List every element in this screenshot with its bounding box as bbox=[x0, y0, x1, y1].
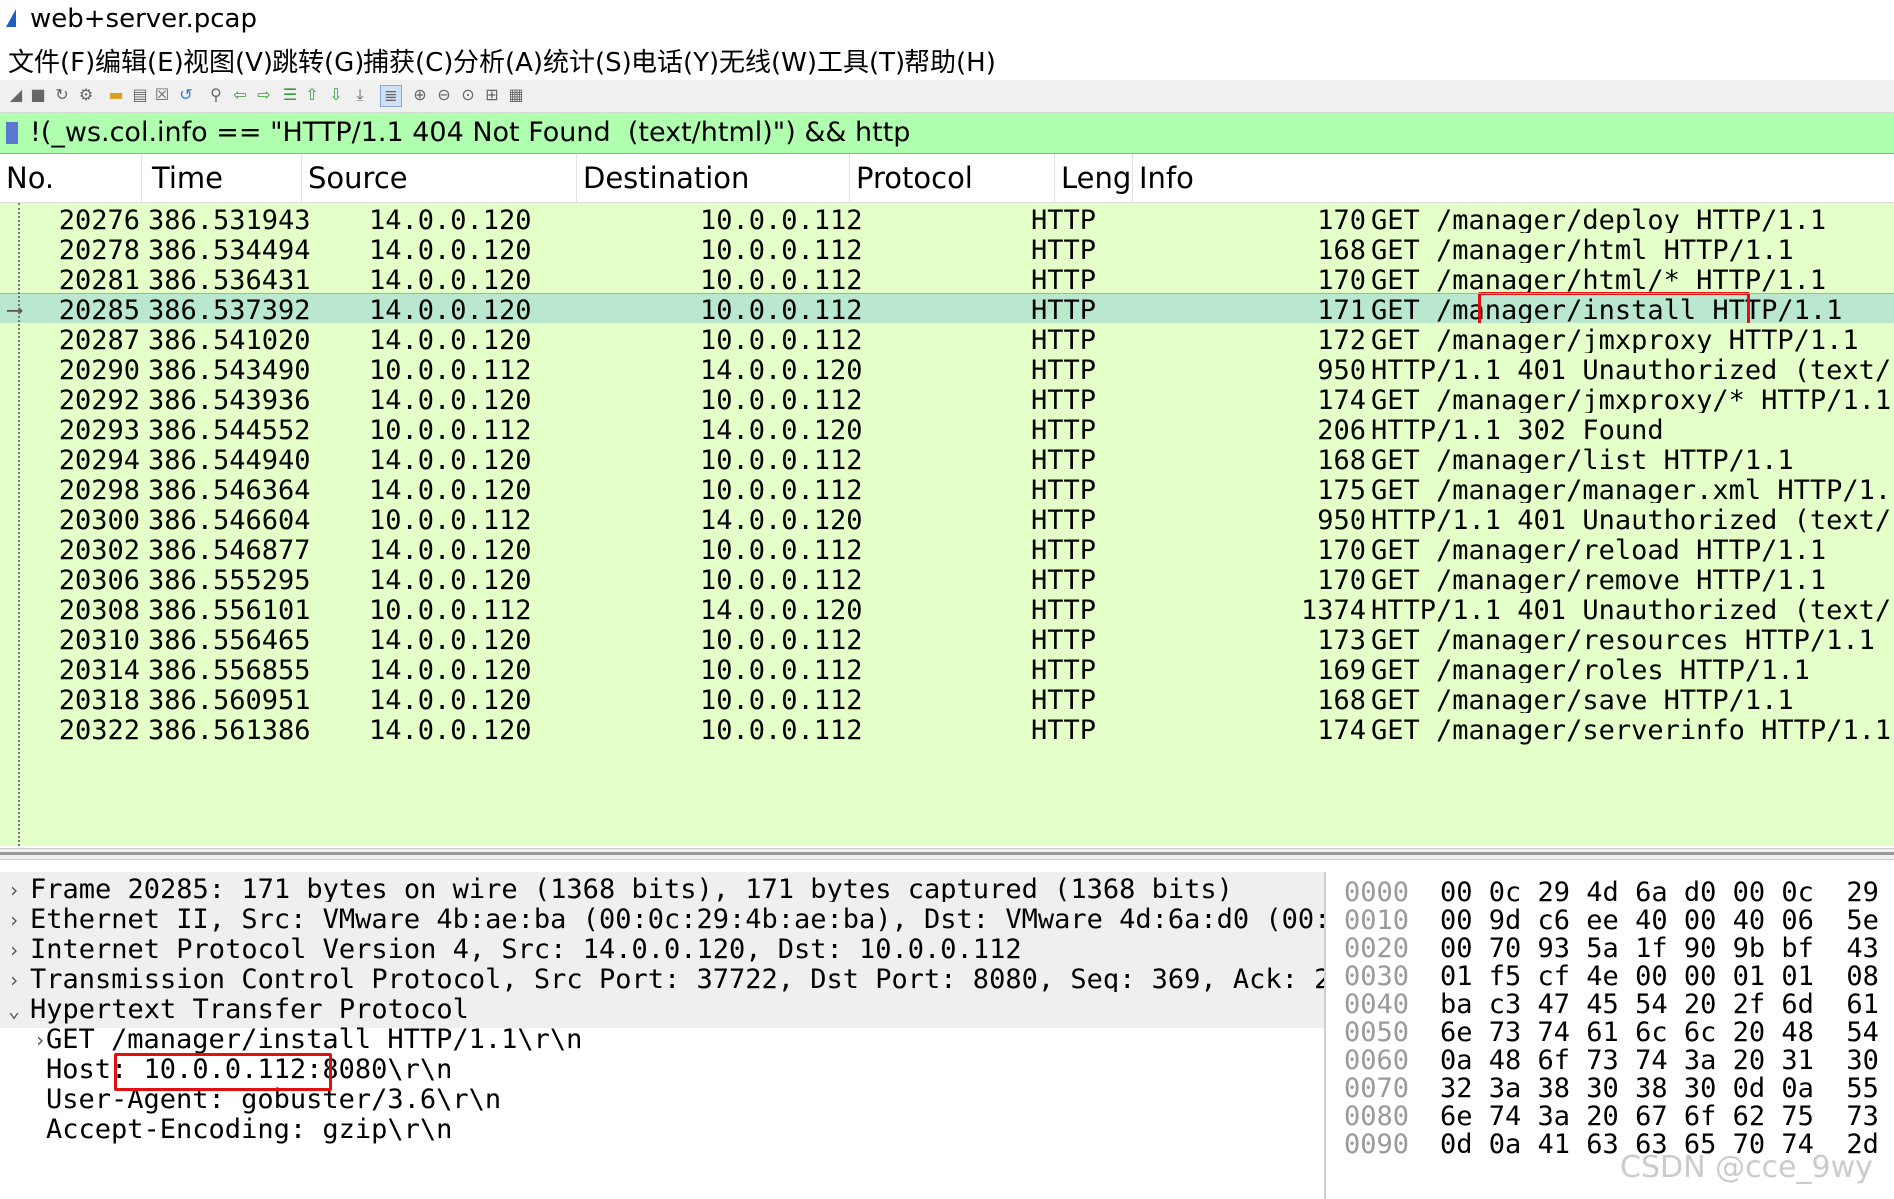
packet-destination: 10.0.0.112 bbox=[700, 715, 863, 746]
open-file-icon[interactable]: ▬ bbox=[106, 85, 126, 105]
zoom-out-icon[interactable]: ⊖ bbox=[434, 85, 454, 105]
first-packet-icon[interactable]: ⇧ bbox=[302, 85, 322, 105]
start-capture-icon[interactable]: ◢ bbox=[6, 85, 26, 105]
main-toolbar: ◢ ■ ↻ ⚙ ▬ ▤ ☒ ↺ ⚲ ⇦ ⇨ ☰ ⇧ ⇩ ⤓ ≣ ⊕ ⊖ ⊙ ⊞ … bbox=[0, 80, 1894, 113]
go-back-icon[interactable]: ⇦ bbox=[230, 85, 250, 105]
window-title: web+server.pcap bbox=[30, 4, 257, 34]
menu-capture[interactable]: 捕获(C) bbox=[363, 42, 453, 79]
packet-details-pane[interactable]: › Frame 20285: 171 bytes on wire (1368 b… bbox=[0, 872, 1326, 1199]
go-to-packet-icon[interactable]: ☰ bbox=[280, 85, 300, 105]
packet-info: GET /manager/serverinfo HTTP/1.1 bbox=[1371, 715, 1892, 746]
menu-telephony[interactable]: 电话(Y) bbox=[631, 42, 719, 79]
packet-list[interactable]: 20276 386.531943 14.0.0.120 10.0.0.112 HTTP 1… bbox=[0, 203, 1894, 846]
menu-statistics[interactable]: 统计(S) bbox=[543, 42, 632, 79]
packet-list-hscrollbar[interactable] bbox=[0, 852, 1894, 855]
restart-capture-icon[interactable]: ↻ bbox=[52, 85, 72, 105]
column-header-length[interactable]: Length bbox=[1055, 154, 1133, 202]
column-header-source[interactable]: Source bbox=[302, 154, 577, 202]
go-forward-icon[interactable]: ⇨ bbox=[254, 85, 274, 105]
watermark: CSDN @cce_9wy bbox=[1620, 1150, 1873, 1185]
menu-analyze[interactable]: 分析(A) bbox=[453, 42, 543, 79]
find-packet-icon[interactable]: ⚲ bbox=[206, 85, 226, 105]
menu-bar: 文件(F) 编辑(E) 视图(V) 跳转(G) 捕获(C) 分析(A) 统计(S… bbox=[0, 38, 1894, 80]
packet-source: 14.0.0.120 bbox=[369, 715, 532, 746]
close-file-icon[interactable]: ☒ bbox=[152, 85, 172, 105]
column-header-protocol[interactable]: Protocol bbox=[850, 154, 1055, 202]
column-header-destination[interactable]: Destination bbox=[577, 154, 850, 202]
wireshark-fin-icon bbox=[6, 9, 16, 27]
menu-edit[interactable]: 编辑(E) bbox=[95, 42, 184, 79]
menu-wireless[interactable]: 无线(W) bbox=[719, 42, 817, 79]
packet-protocol: HTTP bbox=[1031, 715, 1097, 746]
autoscroll-icon[interactable]: ⤓ bbox=[350, 85, 370, 105]
packet-list-header: No. Time Source Destination Protocol Len… bbox=[0, 154, 1894, 203]
stop-capture-icon[interactable]: ■ bbox=[28, 85, 48, 105]
colorize-icon[interactable]: ≣ bbox=[380, 85, 402, 107]
display-filter-input[interactable]: !(_ws.col.info == "HTTP/1.1 404 Not Foun… bbox=[30, 117, 910, 148]
display-filter-bar: !(_ws.col.info == "HTTP/1.1 404 Not Foun… bbox=[0, 113, 1894, 154]
menu-go[interactable]: 跳转(G) bbox=[272, 42, 364, 79]
detail-http-accept-encoding[interactable]: Accept-Encoding: gzip\r\n bbox=[0, 1112, 1324, 1148]
reload-icon[interactable]: ↺ bbox=[176, 85, 196, 105]
packet-time: 386.561386 bbox=[148, 715, 311, 746]
packet-no: 20322 bbox=[58, 715, 140, 746]
zoom-in-icon[interactable]: ⊕ bbox=[410, 85, 430, 105]
capture-options-icon[interactable]: ⚙ bbox=[76, 85, 96, 105]
column-header-time[interactable]: Time bbox=[142, 154, 302, 202]
normal-size-icon[interactable]: ⊙ bbox=[458, 85, 478, 105]
menu-help[interactable]: 帮助(H) bbox=[904, 42, 996, 79]
menu-tools[interactable]: 工具(T) bbox=[817, 42, 905, 79]
menu-view[interactable]: 视图(V) bbox=[183, 42, 273, 79]
related-packets-line bbox=[18, 203, 20, 846]
resize-columns-icon[interactable]: ⊞ bbox=[482, 85, 502, 105]
hex-offset: 0090 bbox=[1344, 1129, 1410, 1160]
title-bar: web+server.pcap bbox=[0, 0, 1894, 38]
host-highlight-box bbox=[114, 1053, 332, 1091]
host-suffix: \r\n bbox=[387, 1054, 453, 1085]
packet-row[interactable]: 20322 386.561386 14.0.0.120 10.0.0.112 HTTP 1… bbox=[0, 713, 1894, 749]
column-header-info[interactable]: Info bbox=[1133, 154, 1894, 202]
packet-length: 174 bbox=[1317, 715, 1366, 746]
filter-bookmark-icon[interactable] bbox=[6, 122, 18, 144]
layout-icon[interactable]: ▦ bbox=[506, 85, 526, 105]
menu-file[interactable]: 文件(F) bbox=[8, 42, 95, 79]
last-packet-icon[interactable]: ⇩ bbox=[326, 85, 346, 105]
save-file-icon[interactable]: ▤ bbox=[130, 85, 150, 105]
column-header-no[interactable]: No. bbox=[0, 154, 142, 202]
